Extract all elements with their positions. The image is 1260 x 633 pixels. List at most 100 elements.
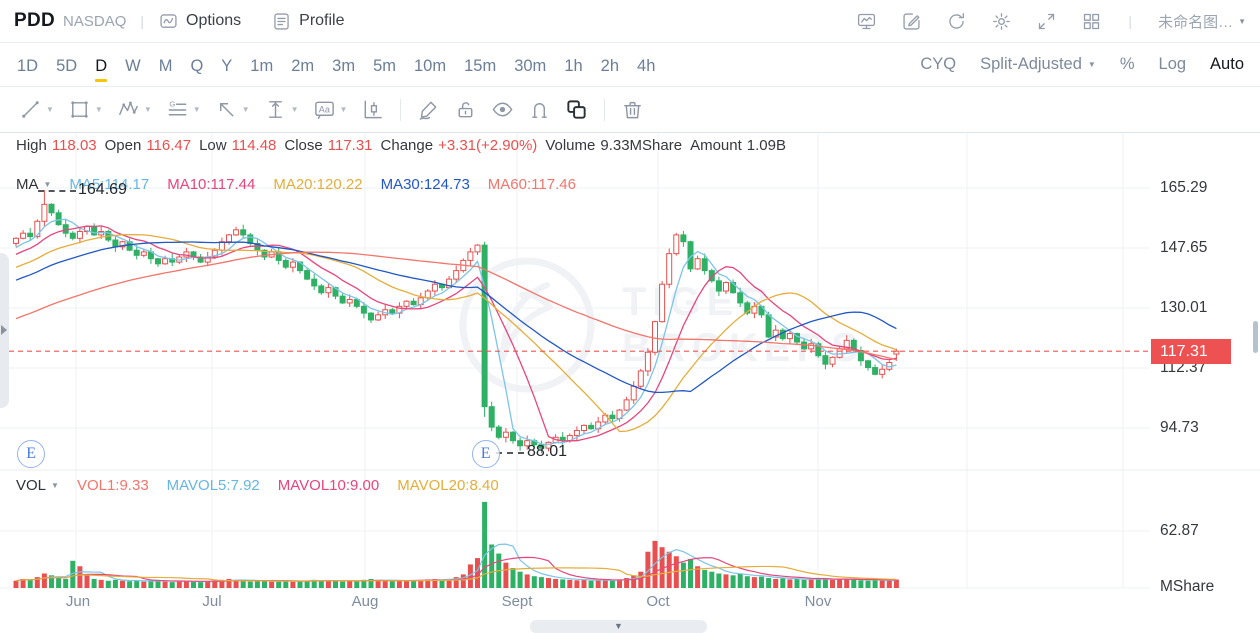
timeframe-y[interactable]: Y xyxy=(220,48,233,82)
timeframe-10m[interactable]: 10m xyxy=(413,48,447,82)
visibility-eye-tool[interactable] xyxy=(484,98,521,121)
timeframe-1d[interactable]: 1D xyxy=(16,48,39,82)
chevron-down-icon: ▼ xyxy=(44,180,52,189)
wave-pattern-tool[interactable]: ▼ xyxy=(110,98,159,121)
timeframe-3m[interactable]: 3m xyxy=(331,48,356,82)
timeframe-30m[interactable]: 30m xyxy=(513,48,547,82)
control-label: Auto xyxy=(1210,55,1244,74)
ohlc-change: Change+3.31(+2.90%) xyxy=(381,137,538,154)
ma-legend-item: MA30:124.73 xyxy=(381,176,470,193)
control-label: Split-Adjusted xyxy=(980,55,1082,74)
ohlc-label: High xyxy=(16,137,47,154)
top-header: PDD NASDAQ | OptionsProfile | 未命名图… ▼ xyxy=(0,0,1260,43)
timeframe-2m[interactable]: 2m xyxy=(290,48,315,82)
chevron-down-icon: ▼ xyxy=(1088,60,1096,69)
annotate-icon[interactable] xyxy=(901,11,922,32)
timeframe-5m[interactable]: 5m xyxy=(372,48,397,82)
ohlc-label: Open xyxy=(105,137,142,154)
control-log[interactable]: Log xyxy=(1159,55,1187,74)
chart-canvas[interactable] xyxy=(0,133,1260,633)
ohlc-label: Low xyxy=(199,137,227,154)
ohlc-value: 114.48 xyxy=(232,137,277,154)
magnet-tool[interactable] xyxy=(521,98,558,121)
x-axis-month-jun: Jun xyxy=(66,593,90,610)
timeframe-d[interactable]: D xyxy=(94,48,108,82)
chart-mode-controls: CYQ Split-Adjusted ▼% Log Auto xyxy=(920,55,1244,74)
text-note-tool[interactable]: Aa▼ xyxy=(306,98,355,121)
options-icon xyxy=(158,11,179,32)
trash-tool[interactable] xyxy=(614,98,651,121)
low-annotation-dash xyxy=(496,452,524,454)
freehand-draw-icon xyxy=(417,98,440,121)
right-mini-scrollbar[interactable] xyxy=(1253,321,1258,353)
shape-rect-icon xyxy=(68,98,91,121)
timeframe-q[interactable]: Q xyxy=(189,48,204,82)
x-axis-month-nov: Nov xyxy=(805,593,832,610)
timeframe-bar: 1D 5D DWMQY 1m 2m 3m 5m 10m 15m 30m 1h 2h 4h CYQ Spli… xyxy=(0,43,1260,87)
vol-legend: VOL▼VOL1:9.33MAVOL5:7.92MAVOL10:9.00MAVO… xyxy=(16,477,499,494)
timeframe-15m[interactable]: 15m xyxy=(463,48,497,82)
ohlc-label: Amount xyxy=(690,137,742,154)
timeframe-4h[interactable]: 4h xyxy=(636,48,656,82)
ma-indicator-label: MA xyxy=(16,176,39,193)
toolbar-divider xyxy=(400,99,401,121)
profile-icon xyxy=(271,11,292,32)
link-charts-tool[interactable] xyxy=(558,98,595,121)
arrow-mark-tool[interactable]: ▼ xyxy=(208,98,257,121)
svg-text:Aa: Aa xyxy=(318,104,330,114)
chart-region: TIGER BROKERS High118.03Open116.47Low114… xyxy=(0,133,1260,633)
control-split-adjusted[interactable]: Split-Adjusted ▼ xyxy=(980,55,1096,74)
header-nav-options[interactable]: Options xyxy=(158,11,241,32)
timeframe-1m[interactable]: 1m xyxy=(249,48,274,82)
control-%[interactable]: % xyxy=(1120,55,1135,74)
vol-indicator-menu[interactable]: VOL▼ xyxy=(16,477,59,494)
timeframe-5d[interactable]: 5D xyxy=(55,48,78,82)
header-nav-profile[interactable]: Profile xyxy=(271,11,344,32)
settings-icon[interactable] xyxy=(991,11,1012,32)
chevron-down-icon: ▼ xyxy=(242,105,250,114)
price-axis-label: 165.29 xyxy=(1160,179,1207,197)
freehand-draw-tool[interactable] xyxy=(410,98,447,121)
high-annotation-label: 164.69 xyxy=(78,181,127,199)
refresh-icon[interactable] xyxy=(946,11,967,32)
control-cyq[interactable]: CYQ xyxy=(920,55,956,74)
chevron-down-icon: ▼ xyxy=(95,105,103,114)
trend-line-tool[interactable]: ▼ xyxy=(12,98,61,121)
chevron-down-icon: ▼ xyxy=(144,105,152,114)
layout-grid-icon[interactable] xyxy=(1081,11,1102,32)
timeframe-m[interactable]: M xyxy=(158,48,174,82)
vol-legend-item: VOL1:9.33 xyxy=(77,477,149,494)
price-axis-label: 94.73 xyxy=(1160,419,1199,437)
vol-axis-unit: MShare xyxy=(1160,578,1214,596)
unlock-icon xyxy=(454,98,477,121)
drawing-toolbar: ▼▼▼G▼▼▼Aa▼ xyxy=(0,87,1260,133)
shape-rect-tool[interactable]: ▼ xyxy=(61,98,110,121)
visibility-eye-icon xyxy=(491,98,514,121)
gann-lines-icon: G xyxy=(166,98,189,121)
gann-lines-tool[interactable]: G▼ xyxy=(159,98,208,121)
layout-name-label: 未命名图… xyxy=(1158,11,1233,32)
timeframe-w[interactable]: W xyxy=(124,48,142,82)
ma-legend-item: MA60:117.46 xyxy=(488,176,576,193)
chevron-down-icon: ▼ xyxy=(46,105,54,114)
vol-legend-item: MAVOL10:9.00 xyxy=(278,477,379,494)
ohlc-legend: High118.03Open116.47Low114.48Close117.31… xyxy=(16,137,786,154)
svg-text:G: G xyxy=(169,100,175,109)
ohlc-value: 1.09B xyxy=(747,137,786,154)
ohlc-value: 117.31 xyxy=(328,137,373,154)
symbol-name[interactable]: PDD xyxy=(14,10,55,32)
timeframe-2h[interactable]: 2h xyxy=(600,48,620,82)
left-panel-handle[interactable] xyxy=(0,253,9,408)
earnings-marker[interactable]: E xyxy=(472,440,500,468)
timeframe-1h[interactable]: 1h xyxy=(563,48,583,82)
fullscreen-icon[interactable] xyxy=(1036,11,1057,32)
horizontal-scrollbar[interactable]: ▼ xyxy=(530,620,707,633)
candle-pattern-tool[interactable] xyxy=(354,98,391,121)
layout-name-menu[interactable]: 未命名图… ▼ xyxy=(1158,11,1246,32)
control-auto[interactable]: Auto xyxy=(1210,55,1244,74)
screen-share-icon[interactable] xyxy=(856,11,877,32)
earnings-marker[interactable]: E xyxy=(17,440,45,468)
unlock-tool[interactable] xyxy=(447,98,484,121)
price-range-tool[interactable]: ▼ xyxy=(257,98,306,121)
x-axis-month-jul: Jul xyxy=(202,593,221,610)
